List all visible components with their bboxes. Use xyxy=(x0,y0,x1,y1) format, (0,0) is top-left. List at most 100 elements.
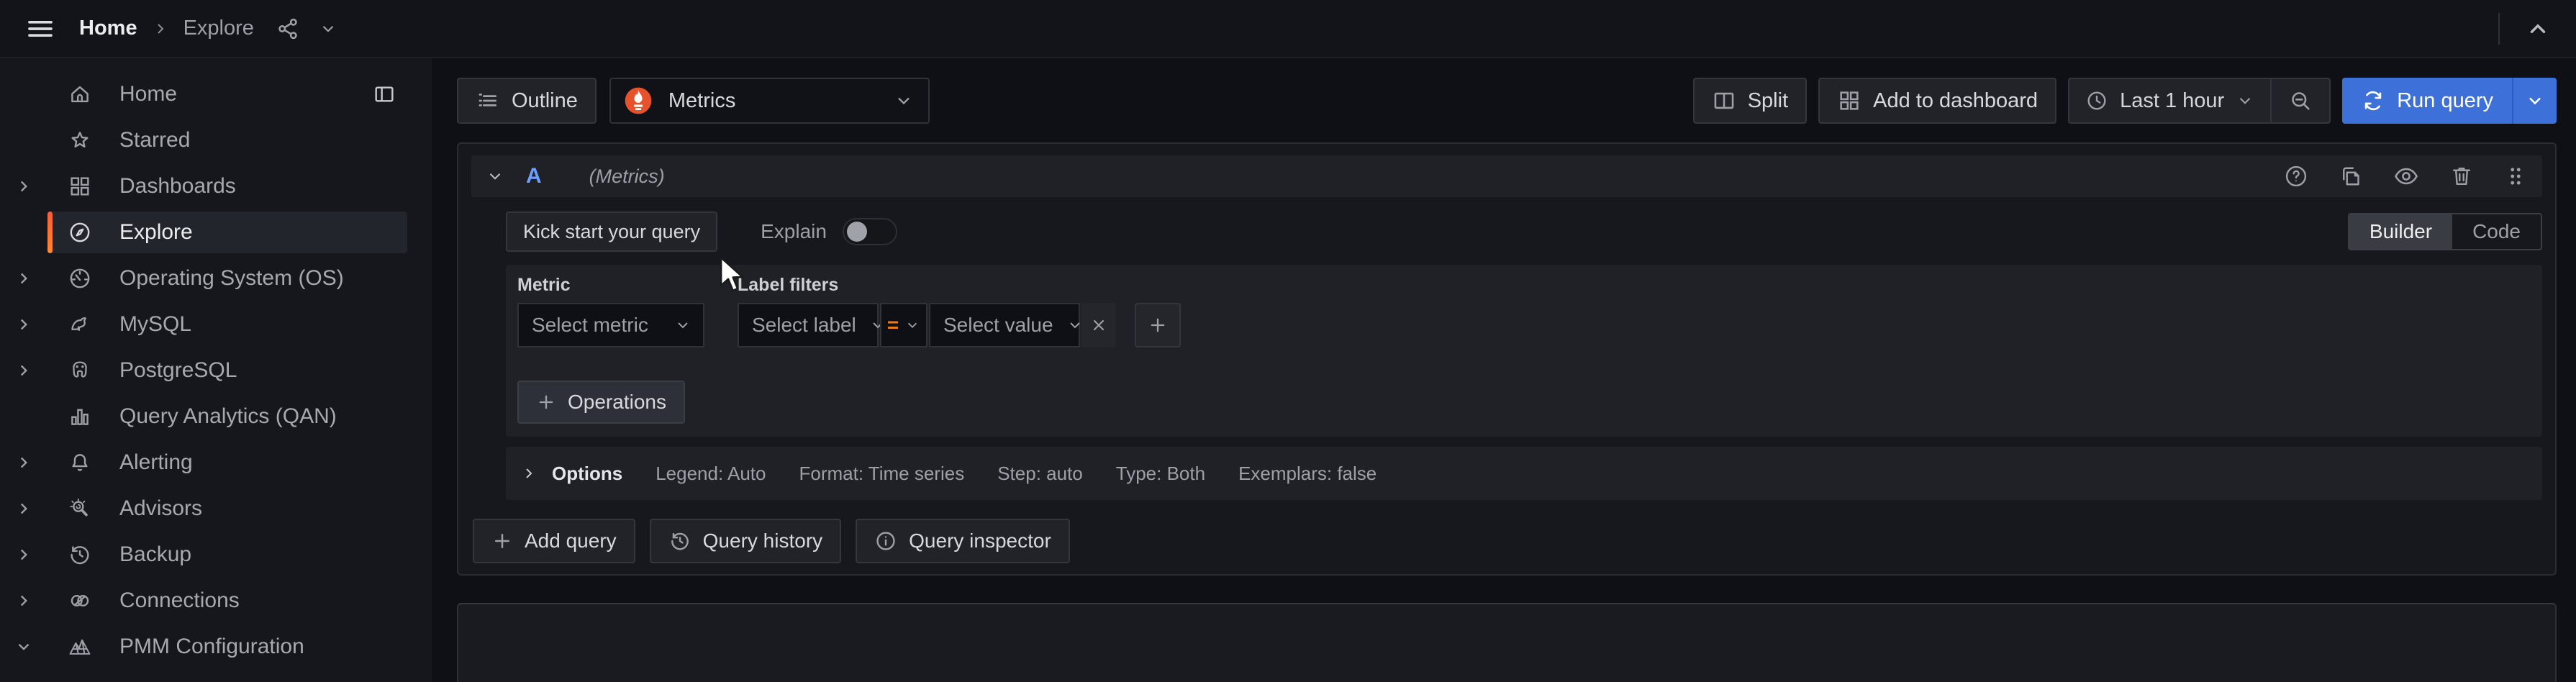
add-filter-button[interactable] xyxy=(1135,303,1181,347)
menu-hamburger-icon[interactable] xyxy=(22,10,59,47)
run-query-button[interactable]: Run query xyxy=(2342,78,2512,124)
time-range-picker[interactable]: Last 1 hour xyxy=(2069,79,2270,122)
breadcrumb-explore: Explore xyxy=(183,17,254,40)
bar-chart-icon xyxy=(68,404,92,429)
query-ref-id: A xyxy=(526,164,542,188)
dock-sidebar-icon[interactable] xyxy=(373,83,396,106)
outline-button[interactable]: Outline xyxy=(457,78,597,124)
explain-label: Explain xyxy=(761,220,827,243)
sidebar-item-query-analytics[interactable]: Query Analytics (QAN) xyxy=(0,394,432,440)
connections-icon xyxy=(68,588,92,613)
sidebar-item-label: Connections xyxy=(119,588,240,613)
chevron-right-icon[interactable] xyxy=(0,361,47,380)
chevron-right-icon[interactable] xyxy=(0,177,47,196)
chevron-right-icon[interactable] xyxy=(0,315,47,334)
datasource-picker[interactable]: Metrics xyxy=(609,78,930,124)
sidebar-item-dashboards[interactable]: Dashboards xyxy=(0,163,432,209)
sidebar-item-label: PostgreSQL xyxy=(119,358,237,383)
sidebar-item-label: Dashboards xyxy=(119,174,236,199)
split-button-label: Split xyxy=(1748,89,1788,113)
label-filters-label: Label filters xyxy=(738,275,1181,296)
options-summary: Legend: Auto Format: Time series Step: a… xyxy=(656,463,1377,485)
sidebar-item-label: Explore xyxy=(119,220,193,245)
sidebar-item-mysql[interactable]: MySQL xyxy=(0,301,432,347)
collapse-query-chevron-icon[interactable] xyxy=(486,167,504,186)
sidebar-item-pmm-configuration[interactable]: PMM Configuration xyxy=(0,624,432,670)
sidebar-item-label: Operating System (OS) xyxy=(119,266,344,291)
collapse-chevron-up-icon[interactable] xyxy=(2526,17,2550,41)
sidebar-item-label: Advisors xyxy=(119,496,202,521)
sidebar-item-postgresql[interactable]: PostgreSQL xyxy=(0,347,432,394)
operator-dropdown[interactable]: = xyxy=(880,303,928,347)
chevron-down-icon xyxy=(1066,317,1084,334)
add-to-dashboard-button[interactable]: Add to dashboard xyxy=(1818,78,2056,124)
select-metric-dropdown[interactable]: Select metric xyxy=(517,303,704,347)
plus-icon xyxy=(1148,315,1168,335)
query-editor-panel: A (Metrics) xyxy=(457,142,2557,576)
sidebar-item-label: Backup xyxy=(119,542,191,567)
sidebar-item-backup[interactable]: Backup xyxy=(0,532,432,578)
sidebar-item-label: Alerting xyxy=(119,450,193,475)
chevron-right-icon[interactable] xyxy=(0,453,47,472)
sidebar-item-label: MySQL xyxy=(119,312,191,337)
postgresql-elephant-icon xyxy=(68,358,92,383)
split-button[interactable]: Split xyxy=(1693,78,1807,124)
chevron-down-icon[interactable] xyxy=(0,637,47,656)
sidebar-item-advisors[interactable]: Advisors xyxy=(0,486,432,532)
operations-button[interactable]: Operations xyxy=(517,381,685,424)
operations-label: Operations xyxy=(568,391,666,414)
select-value-dropdown[interactable]: Select value xyxy=(929,303,1080,347)
select-label-dropdown[interactable]: Select label xyxy=(738,303,879,347)
duplicate-query-icon[interactable] xyxy=(2338,163,2364,189)
delete-query-trash-icon[interactable] xyxy=(2449,163,2475,189)
star-icon xyxy=(68,128,92,153)
home-icon xyxy=(68,82,92,106)
query-row-header[interactable]: A (Metrics) xyxy=(471,155,2542,197)
add-to-dashboard-label: Add to dashboard xyxy=(1873,89,2038,113)
sidebar-item-label: Home xyxy=(119,82,177,106)
sidebar-item-starred[interactable]: Starred xyxy=(0,117,432,163)
datasource-picker-label: Metrics xyxy=(668,89,735,113)
explain-toggle[interactable] xyxy=(843,218,897,245)
breadcrumb-home-link[interactable]: Home xyxy=(79,17,137,40)
sidebar-item-connections[interactable]: Connections xyxy=(0,578,432,624)
run-query-options-caret[interactable] xyxy=(2512,78,2557,124)
builder-mode-tab[interactable]: Builder xyxy=(2349,214,2452,249)
remove-filter-button[interactable] xyxy=(1081,303,1116,347)
query-options-row[interactable]: Options Legend: Auto Format: Time series… xyxy=(506,447,2542,500)
run-query-split-button: Run query xyxy=(2342,78,2557,124)
drag-handle-icon[interactable] xyxy=(2503,164,2528,188)
sidebar-item-operating-system[interactable]: Operating System (OS) xyxy=(0,255,432,301)
sidebar-item-home[interactable]: Home xyxy=(0,71,432,117)
query-inspector-button[interactable]: Query inspector xyxy=(856,519,1070,563)
zoom-out-time-button[interactable] xyxy=(2270,79,2329,122)
sidebar-item-alerting[interactable]: Alerting xyxy=(0,440,432,486)
outline-list-icon xyxy=(476,88,500,113)
dashboards-grid-icon xyxy=(68,174,92,199)
share-icon[interactable] xyxy=(276,17,300,41)
options-title: Options xyxy=(552,463,622,485)
kickstart-query-button[interactable]: Kick start your query xyxy=(506,212,717,252)
gauge-icon xyxy=(68,266,92,291)
query-history-button[interactable]: Query history xyxy=(650,519,842,563)
chevron-right-icon[interactable] xyxy=(0,269,47,288)
chevron-right-icon[interactable] xyxy=(0,545,47,564)
select-metric-placeholder: Select metric xyxy=(532,314,648,337)
code-mode-tab[interactable]: Code xyxy=(2452,214,2541,249)
chevron-down-icon[interactable] xyxy=(319,19,337,38)
sidebar-item-explore[interactable]: Explore xyxy=(0,209,432,255)
advisors-magnifier-icon xyxy=(68,496,92,521)
toggle-visibility-eye-icon[interactable] xyxy=(2393,163,2420,190)
help-circle-icon[interactable] xyxy=(2283,163,2309,189)
options-legend: Legend: Auto xyxy=(656,463,766,485)
topbar-divider xyxy=(2498,13,2500,45)
chevron-right-icon[interactable] xyxy=(0,499,47,518)
breadcrumb: Home Explore xyxy=(79,17,254,40)
add-query-button[interactable]: Add query xyxy=(473,519,635,563)
compass-icon xyxy=(68,220,92,245)
options-step: Step: auto xyxy=(997,463,1083,485)
explore-main: Outline Metrics xyxy=(432,58,2576,682)
sidebar-item-label: PMM Configuration xyxy=(119,635,304,659)
chevron-right-icon[interactable] xyxy=(0,591,47,610)
chevron-right-icon xyxy=(520,465,538,482)
